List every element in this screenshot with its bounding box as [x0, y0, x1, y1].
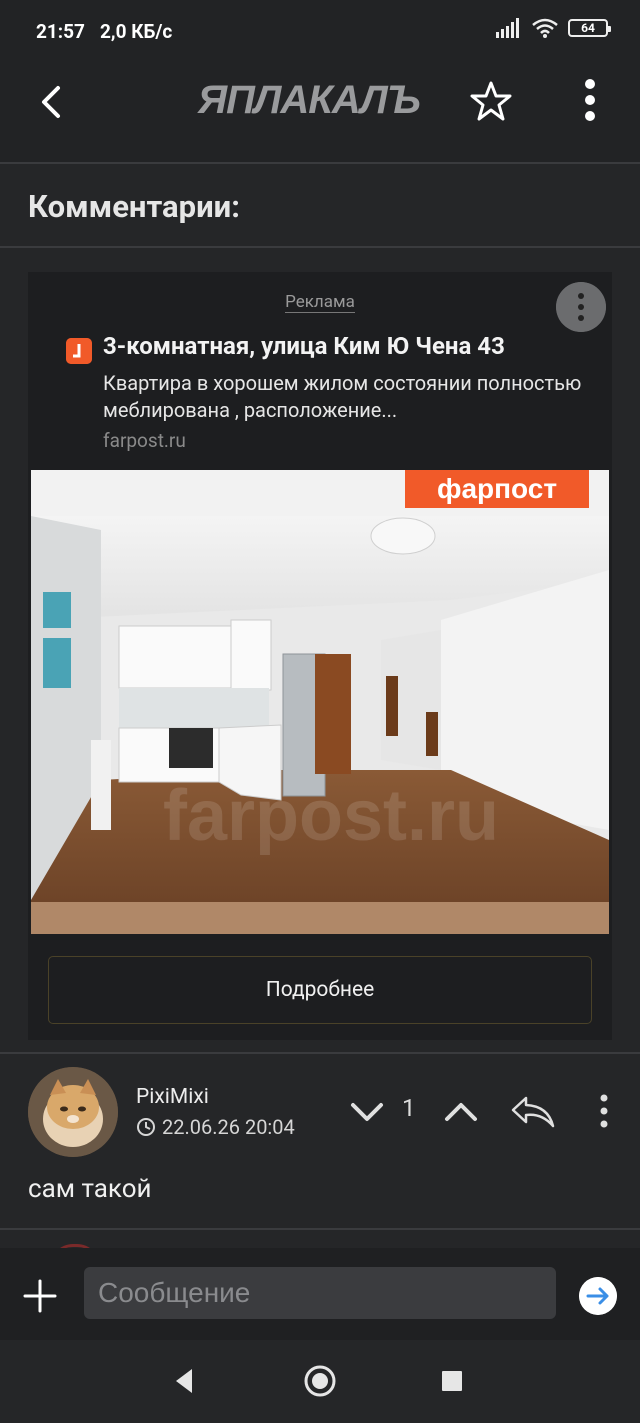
message-composer [0, 1248, 640, 1340]
comments-heading: Комментарии: [28, 188, 240, 225]
vote-up-icon[interactable] [444, 1097, 478, 1125]
signal-icon [496, 18, 519, 38]
battery-indicator: 64 [568, 19, 611, 37]
ad-photo[interactable]: фарпост farpost.ru [31, 470, 609, 934]
back-arrow-icon[interactable] [34, 82, 74, 122]
comment-menu-icon[interactable] [598, 1094, 610, 1128]
divider [0, 246, 640, 248]
status-time: 21:57 [36, 20, 85, 43]
system-nav-bar [0, 1340, 640, 1423]
farpost-badge: фарпост [437, 473, 557, 504]
vote-down-icon[interactable] [350, 1097, 384, 1125]
vote-count: 1 [402, 1094, 416, 1122]
wifi-icon [532, 18, 558, 38]
comment-date-text: 22.06.26 20:04 [162, 1115, 295, 1139]
avatar[interactable] [28, 1067, 118, 1157]
top-app-bar: ЯПЛАКАЛЪ [0, 62, 640, 164]
divider [0, 1228, 640, 1230]
ad-label: Реклама [285, 292, 355, 313]
ad-options-icon[interactable] [556, 282, 606, 332]
status-speed: 2,0 КБ/с [100, 20, 173, 43]
more-vert-icon[interactable] [578, 78, 602, 122]
status-bar: 21:57 2,0 КБ/с 64 [0, 0, 640, 62]
nav-recents-icon[interactable] [441, 1370, 463, 1392]
ad-card[interactable]: Реклама 3-комнатная, улица Ким Ю Чена 43… [28, 272, 612, 1040]
comment-date: 22.06.26 20:04 [136, 1115, 295, 1139]
nav-back-icon[interactable] [172, 1367, 196, 1395]
farpost-favicon-icon [66, 338, 92, 364]
star-icon[interactable] [470, 80, 512, 122]
ad-domain: farpost.ru [103, 429, 186, 452]
photo-watermark: farpost.ru [163, 776, 499, 856]
plus-icon[interactable] [22, 1278, 58, 1314]
comment-text: сам такой [28, 1174, 152, 1204]
clock-icon [137, 1118, 155, 1136]
send-icon[interactable] [579, 1277, 617, 1315]
divider [0, 1052, 640, 1054]
site-logo[interactable]: ЯПЛАКАЛЪ [198, 78, 421, 123]
ad-details-button[interactable]: Подробнее [48, 956, 592, 1024]
message-input[interactable] [84, 1267, 556, 1319]
ad-description: Квартира в хорошем жилом состоянии полно… [103, 371, 582, 422]
comment-username[interactable]: PixiMixi [136, 1085, 209, 1109]
reply-icon[interactable] [510, 1094, 556, 1130]
ad-title[interactable]: 3-комнатная, улица Ким Ю Чена 43 [103, 332, 505, 360]
nav-home-icon[interactable] [303, 1364, 337, 1398]
